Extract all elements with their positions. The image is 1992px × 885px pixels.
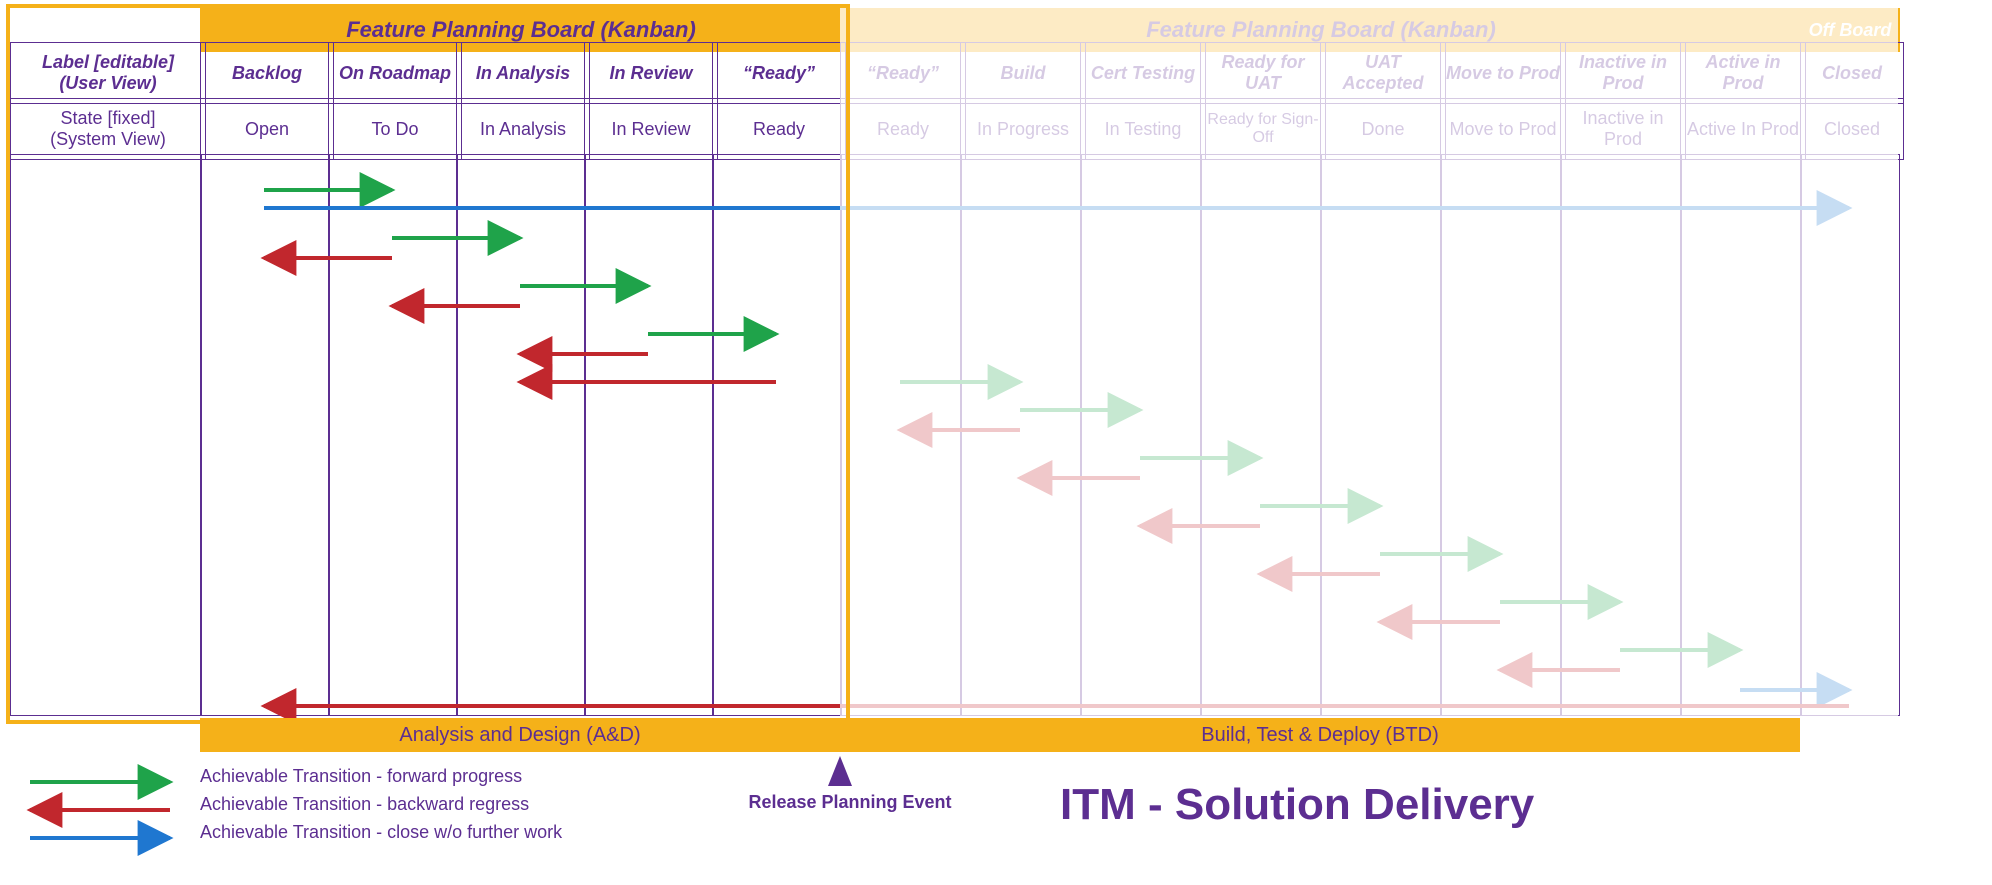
legend-backward-label: Achievable Transition - backward regress	[200, 794, 529, 815]
legend-backward-icon	[30, 800, 180, 820]
release-marker-label: Release Planning Event	[735, 792, 965, 813]
transitions-layer	[0, 0, 1992, 885]
footer-right-phase: Build, Test & Deploy (BTD)	[840, 718, 1800, 752]
release-marker-icon	[828, 756, 852, 786]
footer-left-phase: Analysis and Design (A&D)	[200, 718, 840, 752]
legend-close-icon	[30, 828, 180, 848]
page-title: ITM - Solution Delivery	[1060, 780, 1534, 830]
legend-close-label: Achievable Transition - close w/o furthe…	[200, 822, 562, 843]
diagram-root: Feature Planning Board (Kanban) Feature …	[0, 0, 1992, 885]
legend-forward-icon	[30, 772, 180, 792]
legend-forward-label: Achievable Transition - forward progress	[200, 766, 522, 787]
